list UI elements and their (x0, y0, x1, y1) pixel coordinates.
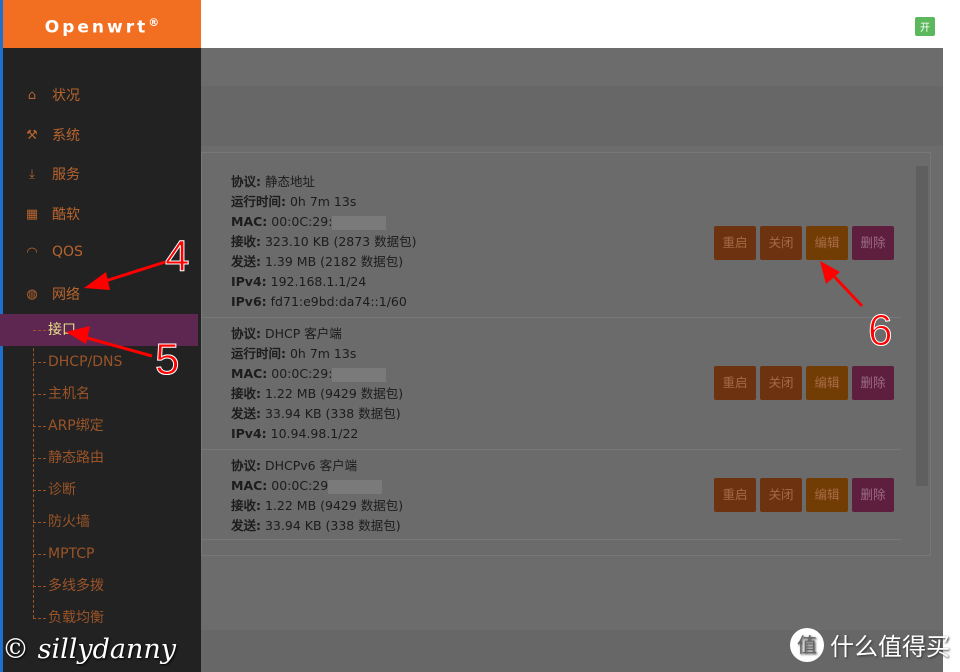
arrow-5-head (66, 326, 90, 344)
annotation-arrows (66, 260, 864, 358)
brand-watermark: 值什么值得买 (790, 627, 950, 662)
brand-logo: 值 (790, 627, 824, 662)
arrow-4-head (84, 272, 110, 290)
arrow-6 (828, 270, 864, 308)
annotation-6: 6 (867, 306, 893, 356)
watermark: © sillydanny (2, 634, 177, 665)
annotation-4: 4 (164, 232, 190, 282)
arrow-5 (79, 334, 153, 358)
annotation-5: 5 (154, 335, 180, 385)
